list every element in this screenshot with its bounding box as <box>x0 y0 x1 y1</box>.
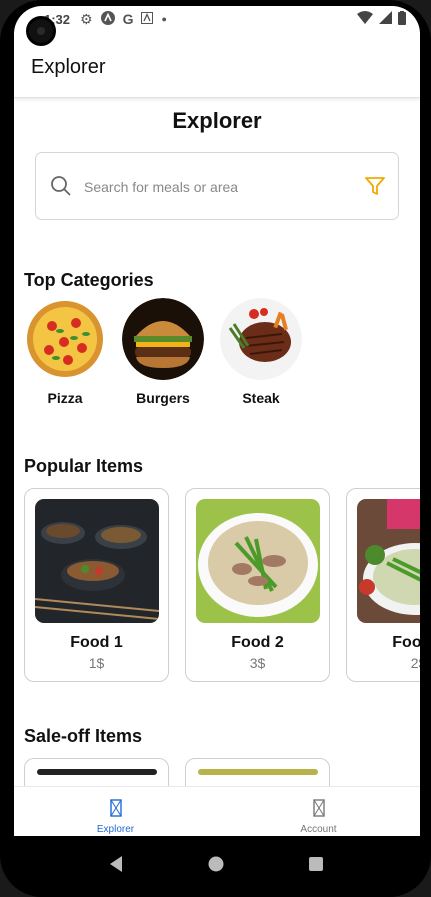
nav-label: Explorer <box>96 824 135 835</box>
app-bar-title: Explorer <box>31 56 106 78</box>
food-name: Food 3 <box>392 634 420 651</box>
back-icon[interactable] <box>108 855 124 878</box>
sale-off-items-list <box>24 758 330 786</box>
food-card[interactable]: Food 2 3$ <box>185 488 330 682</box>
search-input[interactable]: Search for meals or area <box>84 179 238 195</box>
a-icon <box>100 10 115 28</box>
top-categories-heading: Top Categories <box>24 270 154 290</box>
sale-food-image <box>198 769 318 775</box>
app-screen: 1:32 ⚙ G ● Explorer Explorer Search for … <box>14 6 420 836</box>
recents-icon[interactable] <box>308 856 324 877</box>
dot-icon: ● <box>161 14 167 24</box>
account-icon <box>312 799 325 822</box>
food-price: 3$ <box>249 655 266 671</box>
signal-icon <box>379 11 392 27</box>
nav-explorer[interactable]: Explorer <box>14 787 217 836</box>
main-content[interactable]: Explorer Search for meals or area Top Ca… <box>14 98 420 786</box>
home-icon[interactable] <box>208 856 224 877</box>
food-image <box>196 499 320 623</box>
category-label: Steak <box>242 390 280 406</box>
nav-account[interactable]: Account <box>217 787 420 836</box>
g-icon: G <box>122 11 134 27</box>
food-image <box>357 499 420 623</box>
system-navigation-bar <box>0 836 431 897</box>
steak-image <box>220 298 302 380</box>
sale-food-card[interactable] <box>24 758 169 786</box>
food-card[interactable]: Food 3 2$ <box>346 488 420 682</box>
category-label: Pizza <box>47 390 83 406</box>
popular-items-list: Food 1 1$ Food 2 3$ Foo 2 <box>24 488 420 682</box>
explorer-icon <box>109 799 122 822</box>
bottom-navigation: Explorer Account <box>14 786 420 836</box>
search-bar[interactable]: Search for meals or area <box>35 152 399 220</box>
food-name: Food 2 <box>231 634 284 651</box>
category-steak[interactable]: Steak <box>220 298 302 406</box>
food-image <box>35 499 159 623</box>
sale-food-image <box>37 769 157 775</box>
sale-food-card[interactable] <box>185 758 330 786</box>
phone-frame: 1:32 ⚙ G ● Explorer Explorer Search for … <box>0 0 431 897</box>
food-price: 1$ <box>88 655 105 671</box>
food-card[interactable]: Food 1 1$ <box>24 488 169 682</box>
search-icon <box>50 175 72 202</box>
category-pizza[interactable]: Pizza <box>24 298 106 406</box>
burger-image <box>122 298 204 380</box>
app-bar: Explorer <box>14 32 420 98</box>
page-title: Explorer <box>172 108 262 133</box>
popular-items-heading: Popular Items <box>24 456 144 476</box>
battery-icon <box>398 10 406 28</box>
categories-list: Pizza Burgers Steak <box>24 298 302 406</box>
category-label: Burgers <box>136 390 190 406</box>
gear-icon: ⚙ <box>80 10 93 27</box>
status-bar: 1:32 ⚙ G ● <box>14 6 420 32</box>
category-burgers[interactable]: Burgers <box>122 298 204 406</box>
filter-icon[interactable] <box>364 175 386 202</box>
a-box-icon <box>141 11 154 27</box>
camera-cutout <box>26 16 56 46</box>
nav-label: Account <box>300 824 337 835</box>
sale-off-items-heading: Sale-off Items <box>24 726 143 746</box>
pizza-image <box>24 298 106 380</box>
wifi-icon <box>357 11 373 27</box>
food-name: Food 1 <box>70 634 123 651</box>
food-price: 2$ <box>410 655 420 671</box>
